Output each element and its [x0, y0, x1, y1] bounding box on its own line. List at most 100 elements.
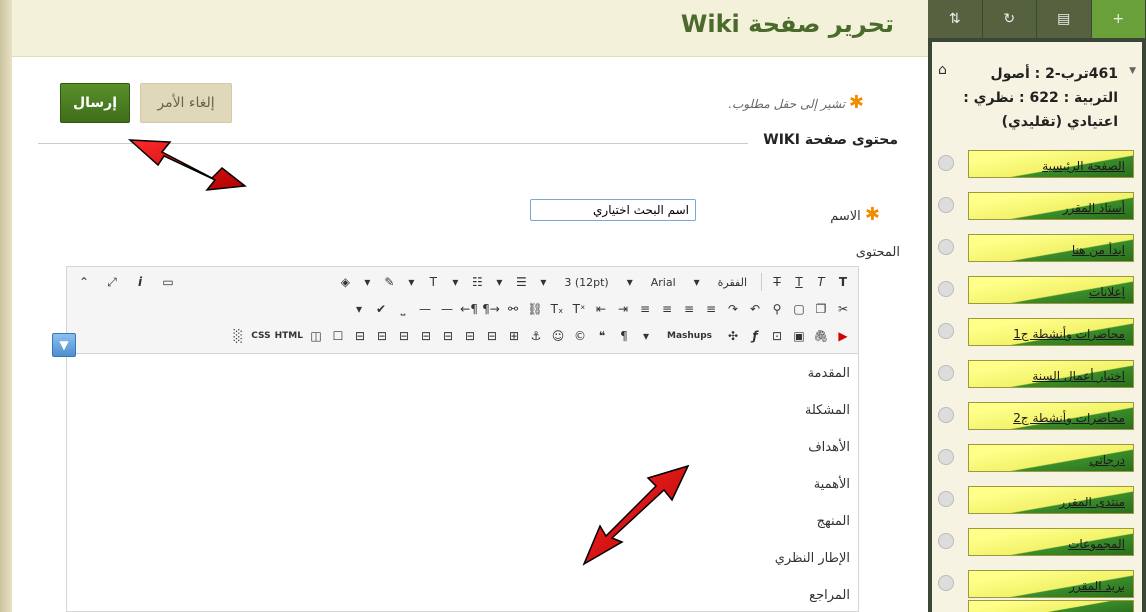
- sidebar-item-grades[interactable]: درجاتي: [968, 444, 1134, 472]
- paragraph-select[interactable]: الفقرة: [714, 273, 751, 291]
- item-options-icon[interactable]: [938, 533, 954, 549]
- item-options-icon[interactable]: [938, 575, 954, 591]
- bullet-list-icon[interactable]: ☰: [512, 272, 530, 292]
- sidebar-item-partial[interactable]: [968, 600, 1134, 612]
- table-props-icon[interactable]: ⊟: [351, 326, 369, 346]
- item-options-icon[interactable]: [938, 239, 954, 255]
- item-options-icon[interactable]: [938, 323, 954, 339]
- scroll-down-icon[interactable]: ▼: [52, 333, 76, 357]
- horizontal-rule-icon[interactable]: —: [416, 299, 434, 319]
- item-options-icon[interactable]: [938, 491, 954, 507]
- align-right-icon[interactable]: ≡: [658, 299, 676, 319]
- cancel-button[interactable]: إلغاء الأمر: [140, 83, 232, 123]
- paste-icon[interactable]: ▢: [790, 299, 808, 319]
- insert-image-icon[interactable]: ▣: [790, 326, 808, 346]
- table-icon[interactable]: ⊞: [505, 326, 523, 346]
- item-options-icon[interactable]: [938, 197, 954, 213]
- chevron-down-icon[interactable]: ▾: [446, 272, 464, 292]
- add-menu-item-icon[interactable]: +: [1091, 0, 1146, 38]
- table-col-icon[interactable]: ⊟: [461, 326, 479, 346]
- info-icon[interactable]: i: [131, 272, 149, 292]
- html-button[interactable]: HTML: [275, 326, 303, 346]
- nonbreaking-space-icon[interactable]: ⎵: [394, 299, 412, 319]
- sidebar-item-start-here[interactable]: ابدأ من هنا: [968, 234, 1134, 262]
- anchor-icon[interactable]: ⚓: [527, 326, 545, 346]
- bold-icon[interactable]: T: [834, 272, 852, 292]
- sidebar-item-mail[interactable]: بريد المقرر: [968, 570, 1134, 598]
- item-options-icon[interactable]: [938, 365, 954, 381]
- chevron-down-icon[interactable]: ▼: [1129, 66, 1136, 76]
- font-color-icon[interactable]: T: [424, 272, 442, 292]
- css-button[interactable]: CSS: [251, 326, 270, 346]
- sidebar-item-lectures-2[interactable]: محاضرات وأنشطة ج2: [968, 402, 1134, 430]
- sidebar-item-announcements[interactable]: إعلانات: [968, 276, 1134, 304]
- unlink-icon[interactable]: ⚯: [504, 299, 522, 319]
- mashups-icon[interactable]: ✣: [724, 326, 742, 346]
- math-formula-icon[interactable]: ƒ: [746, 326, 764, 346]
- item-options-icon[interactable]: [938, 407, 954, 423]
- paragraph-mark-icon[interactable]: ¶: [615, 326, 633, 346]
- collapse-toolbar-icon[interactable]: ⌃: [75, 272, 93, 292]
- editor-body[interactable]: المقدمة المشكلة الأهداف الأهمية المنهج ا…: [66, 354, 859, 612]
- preview-icon[interactable]: ▭: [159, 272, 177, 292]
- size-select[interactable]: 3 (12pt): [560, 273, 612, 291]
- sort-icon[interactable]: ⇅: [928, 0, 983, 38]
- box-icon[interactable]: ☐: [329, 326, 347, 346]
- chevron-down-icon[interactable]: ▾: [350, 299, 368, 319]
- align-center-icon[interactable]: ≡: [680, 299, 698, 319]
- italic-icon[interactable]: T: [812, 272, 830, 292]
- ltr-icon[interactable]: ¶→: [482, 299, 500, 319]
- undo-icon[interactable]: ↶: [746, 299, 764, 319]
- course-title[interactable]: 461ترب-2 : أصول التربية : 622 : نظري : ا…: [948, 62, 1118, 134]
- layer-icon[interactable]: ◫: [307, 326, 325, 346]
- table-split-icon[interactable]: ⊟: [395, 326, 413, 346]
- item-options-icon[interactable]: [938, 155, 954, 171]
- visual-aid-icon[interactable]: ░: [229, 326, 247, 346]
- emoticon-icon[interactable]: ☺: [549, 326, 567, 346]
- mashups-select[interactable]: Mashups: [663, 327, 716, 345]
- subscript-icon[interactable]: Tₓ: [548, 299, 566, 319]
- sidebar-item-lectures-1[interactable]: محاضرات وأنشطة ج1: [968, 318, 1134, 346]
- chevron-down-icon[interactable]: ▾: [402, 272, 420, 292]
- highlight-icon[interactable]: ✎: [380, 272, 398, 292]
- outdent-icon[interactable]: ⇤: [592, 299, 610, 319]
- rtl-icon[interactable]: ←¶: [460, 299, 478, 319]
- item-options-icon[interactable]: [938, 281, 954, 297]
- copy-icon[interactable]: ❐: [812, 299, 830, 319]
- chevron-down-icon[interactable]: ▾: [621, 272, 639, 292]
- eraser-icon[interactable]: ◈: [336, 272, 354, 292]
- sidebar-item-instructor[interactable]: أستاذ المقرر: [968, 192, 1134, 220]
- chevron-down-icon[interactable]: ▾: [534, 272, 552, 292]
- superscript-icon[interactable]: Tˣ: [570, 299, 588, 319]
- insert-media-icon[interactable]: ⊡: [768, 326, 786, 346]
- refresh-icon[interactable]: ↻: [982, 0, 1037, 38]
- folder-icon[interactable]: ▤: [1037, 0, 1092, 38]
- special-chars-icon[interactable]: ©: [571, 326, 589, 346]
- underline-icon[interactable]: T: [790, 272, 808, 292]
- table-delete-icon[interactable]: ⊟: [373, 326, 391, 346]
- submit-button[interactable]: إرسال: [60, 83, 130, 123]
- strikethrough-icon[interactable]: T: [768, 272, 786, 292]
- fullscreen-icon[interactable]: ⤢: [103, 272, 121, 292]
- sidebar-item-home[interactable]: الصفحة الرئيسية: [968, 150, 1134, 178]
- indent-icon[interactable]: ⇥: [614, 299, 632, 319]
- spellcheck-icon[interactable]: ✔: [372, 299, 390, 319]
- cut-icon[interactable]: ✂: [834, 299, 852, 319]
- table-cell-icon[interactable]: ⊟: [439, 326, 457, 346]
- justify-icon[interactable]: ≡: [636, 299, 654, 319]
- home-icon[interactable]: ⌂: [938, 62, 947, 78]
- align-left-icon[interactable]: ≡: [702, 299, 720, 319]
- horizontal-line-icon[interactable]: —: [438, 299, 456, 319]
- sidebar-item-groups[interactable]: المجموعات: [968, 528, 1134, 556]
- table-merge-icon[interactable]: ⊟: [417, 326, 435, 346]
- attach-file-icon[interactable]: 🖇: [812, 326, 830, 346]
- font-select[interactable]: Arial: [647, 273, 680, 291]
- item-options-icon[interactable]: [938, 449, 954, 465]
- chevron-down-icon[interactable]: ▾: [688, 272, 706, 292]
- chevron-down-icon[interactable]: ▾: [490, 272, 508, 292]
- redo-icon[interactable]: ↷: [724, 299, 742, 319]
- link-icon[interactable]: ⛓: [526, 299, 544, 319]
- numbered-list-icon[interactable]: ☷: [468, 272, 486, 292]
- chevron-down-icon[interactable]: ▾: [358, 272, 376, 292]
- youtube-icon[interactable]: ▶: [834, 326, 852, 346]
